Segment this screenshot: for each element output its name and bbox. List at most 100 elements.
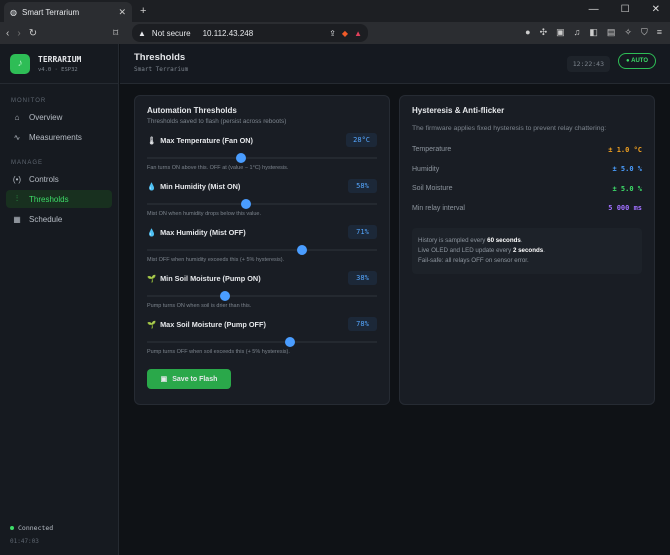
sliders-icon: ⫶ (16, 194, 18, 203)
slider-thumb[interactable] (284, 337, 295, 347)
threshold-slider[interactable] (147, 199, 377, 209)
section-monitor: MONITOR (11, 98, 47, 104)
threshold-slider[interactable] (147, 245, 377, 255)
threshold-item: 🌱 Max Soil Moisture (Pump OFF) 78% Pump tu… (147, 317, 377, 355)
nav-label: Controls (29, 174, 59, 184)
threshold-item: 🌡 Max Temperature (Fan ON) 28°C Fan turns … (147, 133, 377, 171)
page-title: Thresholds (134, 52, 186, 63)
sidebar-item-overview[interactable]: ⌂ Overview (6, 108, 112, 126)
card-title: Hysteresis & Anti-flicker (412, 106, 505, 115)
status-text: Connected (18, 524, 54, 532)
leaf-logo-icon: ♪ (10, 53, 30, 74)
threshold-item: 💧 Min Humidity (Mist ON) 58% Mist ON when … (147, 179, 377, 217)
close-window-icon[interactable]: ✕ (652, 4, 660, 15)
minimize-icon[interactable]: — (589, 4, 599, 15)
hysteresis-row: Humidity ± 5.0 % (412, 160, 642, 180)
address-bar[interactable]: ▲ Not secure 10.112.43.248 ⇪ ◆ ▲ (132, 24, 368, 42)
threshold-label: Max Soil Moisture (Pump OFF) (160, 319, 266, 329)
brand: ♪ TERRARIUM v4.0 · ESP32 (0, 44, 118, 84)
globe-icon: ◍ (10, 7, 17, 17)
card-subtitle: The firmware applies fixed hysteresis to… (412, 125, 607, 132)
forward-icon[interactable]: › (17, 28, 20, 39)
threshold-slider[interactable] (147, 337, 377, 347)
ai-icon[interactable]: ✧ (624, 27, 632, 38)
nav-label: Schedule (29, 214, 63, 224)
page-subtitle: Smart Terrarium (134, 66, 189, 73)
back-icon[interactable]: ‹ (6, 28, 9, 39)
pulse-icon: ∿ (13, 132, 21, 142)
maximize-icon[interactable]: ☐ (621, 4, 630, 15)
mode-badge[interactable]: ● AUTO (618, 53, 656, 69)
threshold-item: 🌱 Min Soil Moisture (Pump ON) 38% Pump tur… (147, 271, 377, 309)
threshold-icon: 💧 (147, 227, 157, 237)
hysteresis-row: Temperature ± 1.0 °C (412, 140, 642, 160)
threshold-icon: 🌱 (147, 319, 157, 329)
browser-tabbar: ◍ Smart Terrarium ✕ + — ☐ ✕ (0, 0, 670, 22)
note-emphasis: 60 seconds (487, 237, 521, 244)
save-to-flash-button[interactable]: ▣ Save to Flash (147, 369, 231, 389)
threshold-value: 28°C (346, 133, 377, 147)
browser-tab[interactable]: ◍ Smart Terrarium ✕ (4, 2, 132, 22)
translate-icon[interactable]: ▣ (556, 27, 565, 38)
threshold-label: Min Humidity (Mist ON) (160, 181, 241, 191)
threshold-slider[interactable] (147, 291, 377, 301)
hysteresis-value: ± 1.0 °C (608, 145, 642, 154)
hysteresis-row: Soil Moisture ± 5.0 % (412, 179, 642, 199)
new-tab-button[interactable]: + (140, 5, 146, 17)
nav-label: Measurements (29, 132, 82, 142)
warning-icon: ▲ (138, 28, 146, 38)
note-text: History is sampled every (418, 237, 488, 244)
page-header: Thresholds Smart Terrarium 12:22:43 ● AU… (120, 44, 670, 84)
clock: 12:22:43 (566, 56, 610, 72)
hysteresis-label: Min relay interval (412, 204, 465, 212)
threshold-hint: Pump turns OFF when soil exceeds this (+… (147, 349, 290, 355)
threshold-label: Max Temperature (Fan ON) (160, 135, 253, 145)
sidebar-item-schedule[interactable]: ▦ Schedule (6, 210, 112, 228)
threshold-label: Max Humidity (Mist OFF) (160, 227, 246, 237)
rewards-icon[interactable]: ▲ (354, 29, 362, 38)
hysteresis-value: 5 000 ms (608, 204, 642, 213)
sidebar-icon[interactable]: ◧ (589, 27, 598, 38)
slider-thumb[interactable] (236, 153, 247, 163)
mode-label: AUTO (631, 58, 648, 64)
calendar-icon: ▦ (13, 214, 21, 224)
hysteresis-card: Hysteresis & Anti-flicker The firmware a… (399, 95, 655, 405)
slider-thumb[interactable] (297, 245, 308, 255)
close-tab-icon[interactable]: ✕ (118, 7, 126, 18)
bookmark-icon[interactable]: ⌑ (113, 28, 118, 39)
note-text: Fail-safe: all relays OFF on sensor erro… (418, 257, 529, 264)
sidebar-item-measurements[interactable]: ∿ Measurements (6, 128, 112, 146)
threshold-label: Min Soil Moisture (Pump ON) (160, 273, 261, 283)
music-icon[interactable]: ♫ (574, 27, 581, 38)
puzzle-icon[interactable]: ✣ (540, 27, 548, 38)
threshold-slider[interactable] (147, 153, 377, 163)
thresholds-card: Automation Thresholds Thresholds saved t… (134, 95, 390, 405)
hysteresis-label: Soil Moisture (412, 185, 453, 193)
url-text: 10.112.43.248 (202, 28, 254, 38)
threshold-value: 58% (348, 179, 377, 193)
sidebar: ♪ TERRARIUM v4.0 · ESP32 MONITOR ⌂ Overvie… (0, 44, 119, 555)
share-icon[interactable]: ⇪ (329, 29, 336, 38)
save-label: Save to Flash (172, 375, 218, 383)
threshold-icon: 🌱 (147, 273, 157, 283)
note-emphasis: 2 seconds (512, 247, 544, 254)
threshold-value: 38% (348, 271, 377, 285)
reload-icon[interactable]: ↻ (29, 28, 37, 39)
threshold-hint: Mist ON when humidity drops below this v… (147, 211, 262, 217)
wallet-icon[interactable]: ▤ (607, 27, 616, 38)
slider-thumb[interactable] (220, 291, 231, 301)
slider-thumb[interactable] (240, 199, 251, 209)
menu-icon[interactable]: ≡ (657, 27, 662, 38)
vpn-icon[interactable]: ⛉ (641, 27, 648, 38)
extension-icon[interactable]: ● (525, 27, 530, 38)
sidebar-item-thresholds[interactable]: ⫶ Thresholds (6, 190, 112, 208)
threshold-hint: Fan turns ON above this. OFF at (value −… (147, 165, 289, 171)
threshold-icon: 💧 (147, 181, 157, 191)
brave-shield-icon[interactable]: ◆ (342, 29, 348, 38)
card-title: Automation Thresholds (147, 106, 237, 115)
nav-label: Thresholds (29, 194, 69, 204)
brand-version: v4.0 · ESP32 (38, 66, 78, 73)
browser-extensions: ● ✣ ▣ ♫ ◧ ▤ ✧ ⛉ ≡ (525, 27, 662, 38)
sidebar-item-controls[interactable]: (•) Controls (6, 170, 112, 188)
note-text: Live OLED and LED update every (418, 247, 513, 254)
